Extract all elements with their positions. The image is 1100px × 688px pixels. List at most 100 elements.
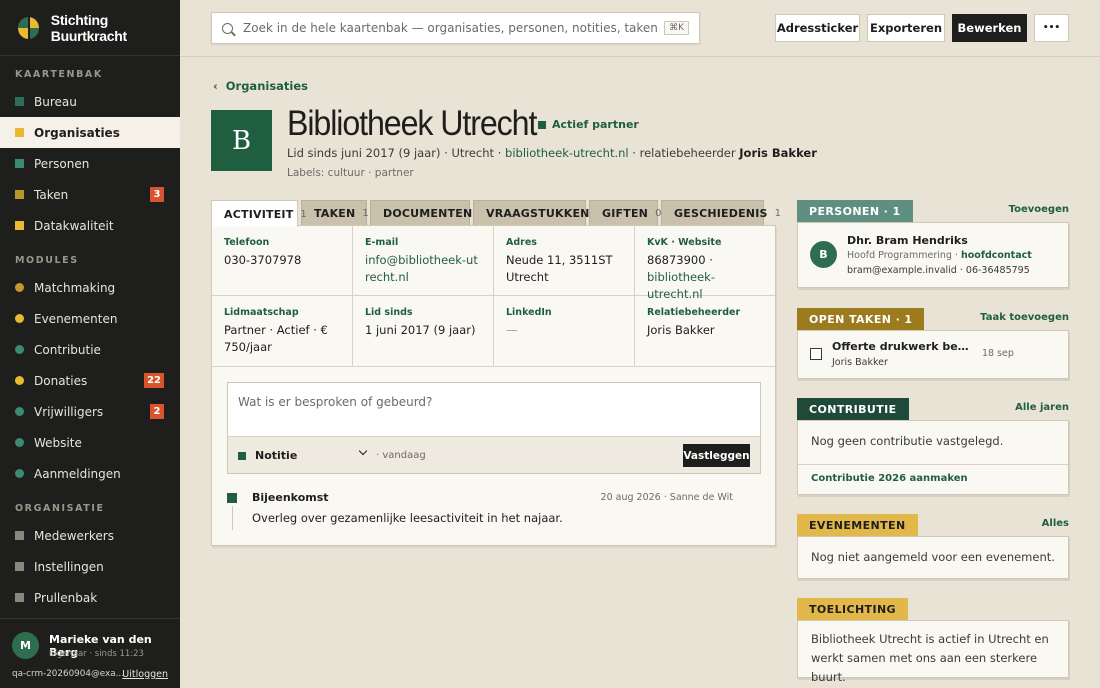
dot-icon [15, 469, 24, 478]
sidebar-item-matchmaking[interactable]: Matchmaking [0, 272, 180, 303]
chevron-down-icon[interactable] [358, 446, 368, 456]
create-contribution-link[interactable]: Contributie 2026 aanmaken [811, 473, 968, 484]
square-icon [15, 221, 24, 230]
detail-label: KvK · Website [647, 237, 722, 248]
export-button[interactable]: Exporteren [867, 14, 945, 42]
tab-documenten[interactable]: DOCUMENTEN0 [370, 200, 486, 226]
note-type-select[interactable]: Notitie [238, 449, 297, 462]
tab-label: GESCHIEDENIS [674, 207, 768, 220]
detail-linkedin: LinkedIn — [494, 296, 635, 367]
sidebar-item-donaties[interactable]: Donaties 22 [0, 365, 180, 396]
search-icon [222, 22, 233, 34]
address-sticker-button[interactable]: Adressticker [775, 14, 860, 42]
sidebar-item-label: Contributie [34, 342, 101, 357]
timeline-item-title[interactable]: Bijeenkomst [252, 491, 329, 504]
all-events-link[interactable]: Alles [1042, 518, 1069, 529]
person-role-text: Hoofd Programmering · [847, 250, 961, 261]
sidebar-item-personen[interactable]: Personen [0, 148, 180, 179]
tab-count: 1 [362, 208, 369, 219]
tab-label: TAKEN [314, 207, 356, 220]
sidebar-item-label: Datakwaliteit [34, 218, 114, 233]
detail-address: Adres Neude 11, 3511ST Utrecht [494, 226, 635, 296]
sidebar-section-title: ORGANISATIE [15, 503, 105, 514]
square-icon [15, 593, 24, 602]
detail-label: E-mail [365, 237, 399, 248]
person-contact: bram@example.invalid · 06-36485795 [847, 265, 1030, 276]
sidebar-item-label: Donaties [34, 373, 88, 388]
sidebar-item-label: Website [34, 435, 82, 450]
note-editor[interactable]: Wat is er besproken of gebeurd? Notitie … [227, 382, 761, 474]
detail-phone: Telefoon 030-3707978 [212, 226, 353, 296]
timeline-marker-icon [227, 493, 237, 503]
sidebar-item-organisaties[interactable]: Organisaties [0, 117, 180, 148]
sidebar-item-label: Bureau [34, 94, 77, 109]
note-type-label: Notitie [255, 449, 298, 462]
edit-button[interactable]: Bewerken [952, 14, 1027, 42]
more-options-button[interactable]: ••• [1034, 14, 1069, 42]
explanation-text: Bibliotheek Utrecht is actief in Utrecht… [811, 632, 1049, 684]
detail-manager: Relatiebeheerder Joris Bakker [635, 296, 775, 367]
sidebar-item-website[interactable]: Website [0, 427, 180, 458]
email-link[interactable]: info@bibliotheek-utrecht.nl [365, 252, 481, 286]
all-years-link[interactable]: Alle jaren [1015, 402, 1069, 413]
task-title[interactable]: Offerte drukwerk beoordelen [832, 340, 972, 353]
note-toolbar: Notitie · vandaag Vastleggen [228, 436, 760, 473]
sidebar-item-bureau[interactable]: Bureau [0, 86, 180, 117]
sidebar-item-instellingen[interactable]: Instellingen [0, 551, 180, 582]
detail-kvk: KvK · Website 86873900 · bibliotheek-utre… [635, 226, 775, 301]
tab-taken[interactable]: TAKEN 1 [301, 200, 369, 226]
sidebar-section-title: KAARTENBAK [15, 69, 103, 80]
sidebar-item-vrijwilligers[interactable]: Vrijwilligers 2 [0, 396, 180, 427]
sidebar-item-aanmeldingen[interactable]: Aanmeldingen [0, 458, 180, 489]
commit-button[interactable]: Vastleggen [683, 444, 750, 467]
sidebar-item-label: Instellingen [34, 559, 104, 574]
brand[interactable]: Stichting Buurtkracht [0, 0, 180, 56]
note-textarea[interactable]: Wat is er besproken of gebeurd? [238, 395, 432, 409]
tab-label: DOCUMENTEN [383, 207, 473, 220]
sidebar-item-datakwaliteit[interactable]: Datakwaliteit [0, 210, 180, 241]
sidebar-item-contributie[interactable]: Contributie [0, 334, 180, 365]
square-icon [15, 531, 24, 540]
phone-value[interactable]: 030-3707978 [224, 252, 340, 269]
tab-geschiedenis[interactable]: GESCHIEDENIS 1 [661, 200, 781, 226]
add-person-link[interactable]: Toevoegen [1009, 204, 1069, 215]
explanation-card: Bibliotheek Utrecht is actief in Utrecht… [797, 620, 1069, 684]
dot-icon [15, 376, 24, 385]
logout-link[interactable]: Uitloggen [122, 669, 168, 680]
search-input[interactable]: Zoek in de hele kaartenbak — organisatie… [211, 12, 700, 44]
task-assignee: Joris Bakker [832, 357, 888, 368]
sidebar-nav: KAARTENBAK Bureau Organisaties Personen Take… [0, 56, 180, 613]
events-empty-text: Nog niet aangemeld voor een evenement. [811, 550, 1055, 564]
tab-label: GIFTEN [602, 207, 649, 220]
tab-activiteit[interactable]: ACTIVITEIT 1 [211, 200, 307, 227]
avatar[interactable]: M [12, 632, 39, 659]
detail-since: Lid sinds 1 juni 2017 (9 jaar) [353, 296, 494, 367]
detail-grid: Telefoon 030-3707978 E-mail info@bibliot… [212, 226, 775, 367]
square-icon [15, 159, 24, 168]
website-link[interactable]: bibliotheek-utrecht.nl [505, 146, 629, 160]
sidebar-item-evenementen[interactable]: Evenementen [0, 303, 180, 334]
status-square-icon [538, 120, 546, 129]
search-placeholder: Zoek in de hele kaartenbak — organisatie… [243, 21, 658, 35]
square-icon [15, 97, 24, 106]
sidebar-item-label: Prullenbak [34, 590, 98, 605]
add-task-link[interactable]: Taak toevoegen [980, 312, 1069, 323]
detail-label: Lidmaatschap [224, 307, 299, 318]
detail-membership: Lidmaatschap Partner · Actief · € 750/ja… [212, 296, 353, 367]
tab-vraagstukken[interactable]: VRAAGSTUKKEN0 [473, 200, 603, 226]
status-badge: Actief partner [538, 118, 639, 131]
sidebar-item-taken[interactable]: Taken 3 [0, 179, 180, 210]
dot-icon [15, 407, 24, 416]
detail-label: Lid sinds [365, 307, 413, 318]
person-name[interactable]: Dhr. Bram Hendriks [847, 234, 968, 247]
breadcrumb[interactable]: ‹ Organisaties [213, 79, 308, 93]
square-icon [15, 190, 24, 199]
tab-giften[interactable]: GIFTEN 0 [589, 200, 661, 226]
task-checkbox[interactable] [810, 348, 822, 360]
avatar[interactable]: B [810, 241, 837, 268]
sidebar-item-prullenbak[interactable]: Prullenbak [0, 582, 180, 613]
detail-email: E-mail info@bibliotheek-utrecht.nl [353, 226, 494, 296]
detail-label: Adres [506, 237, 537, 248]
brand-logo-icon [18, 16, 39, 39]
sidebar-item-medewerkers[interactable]: Medewerkers [0, 520, 180, 551]
